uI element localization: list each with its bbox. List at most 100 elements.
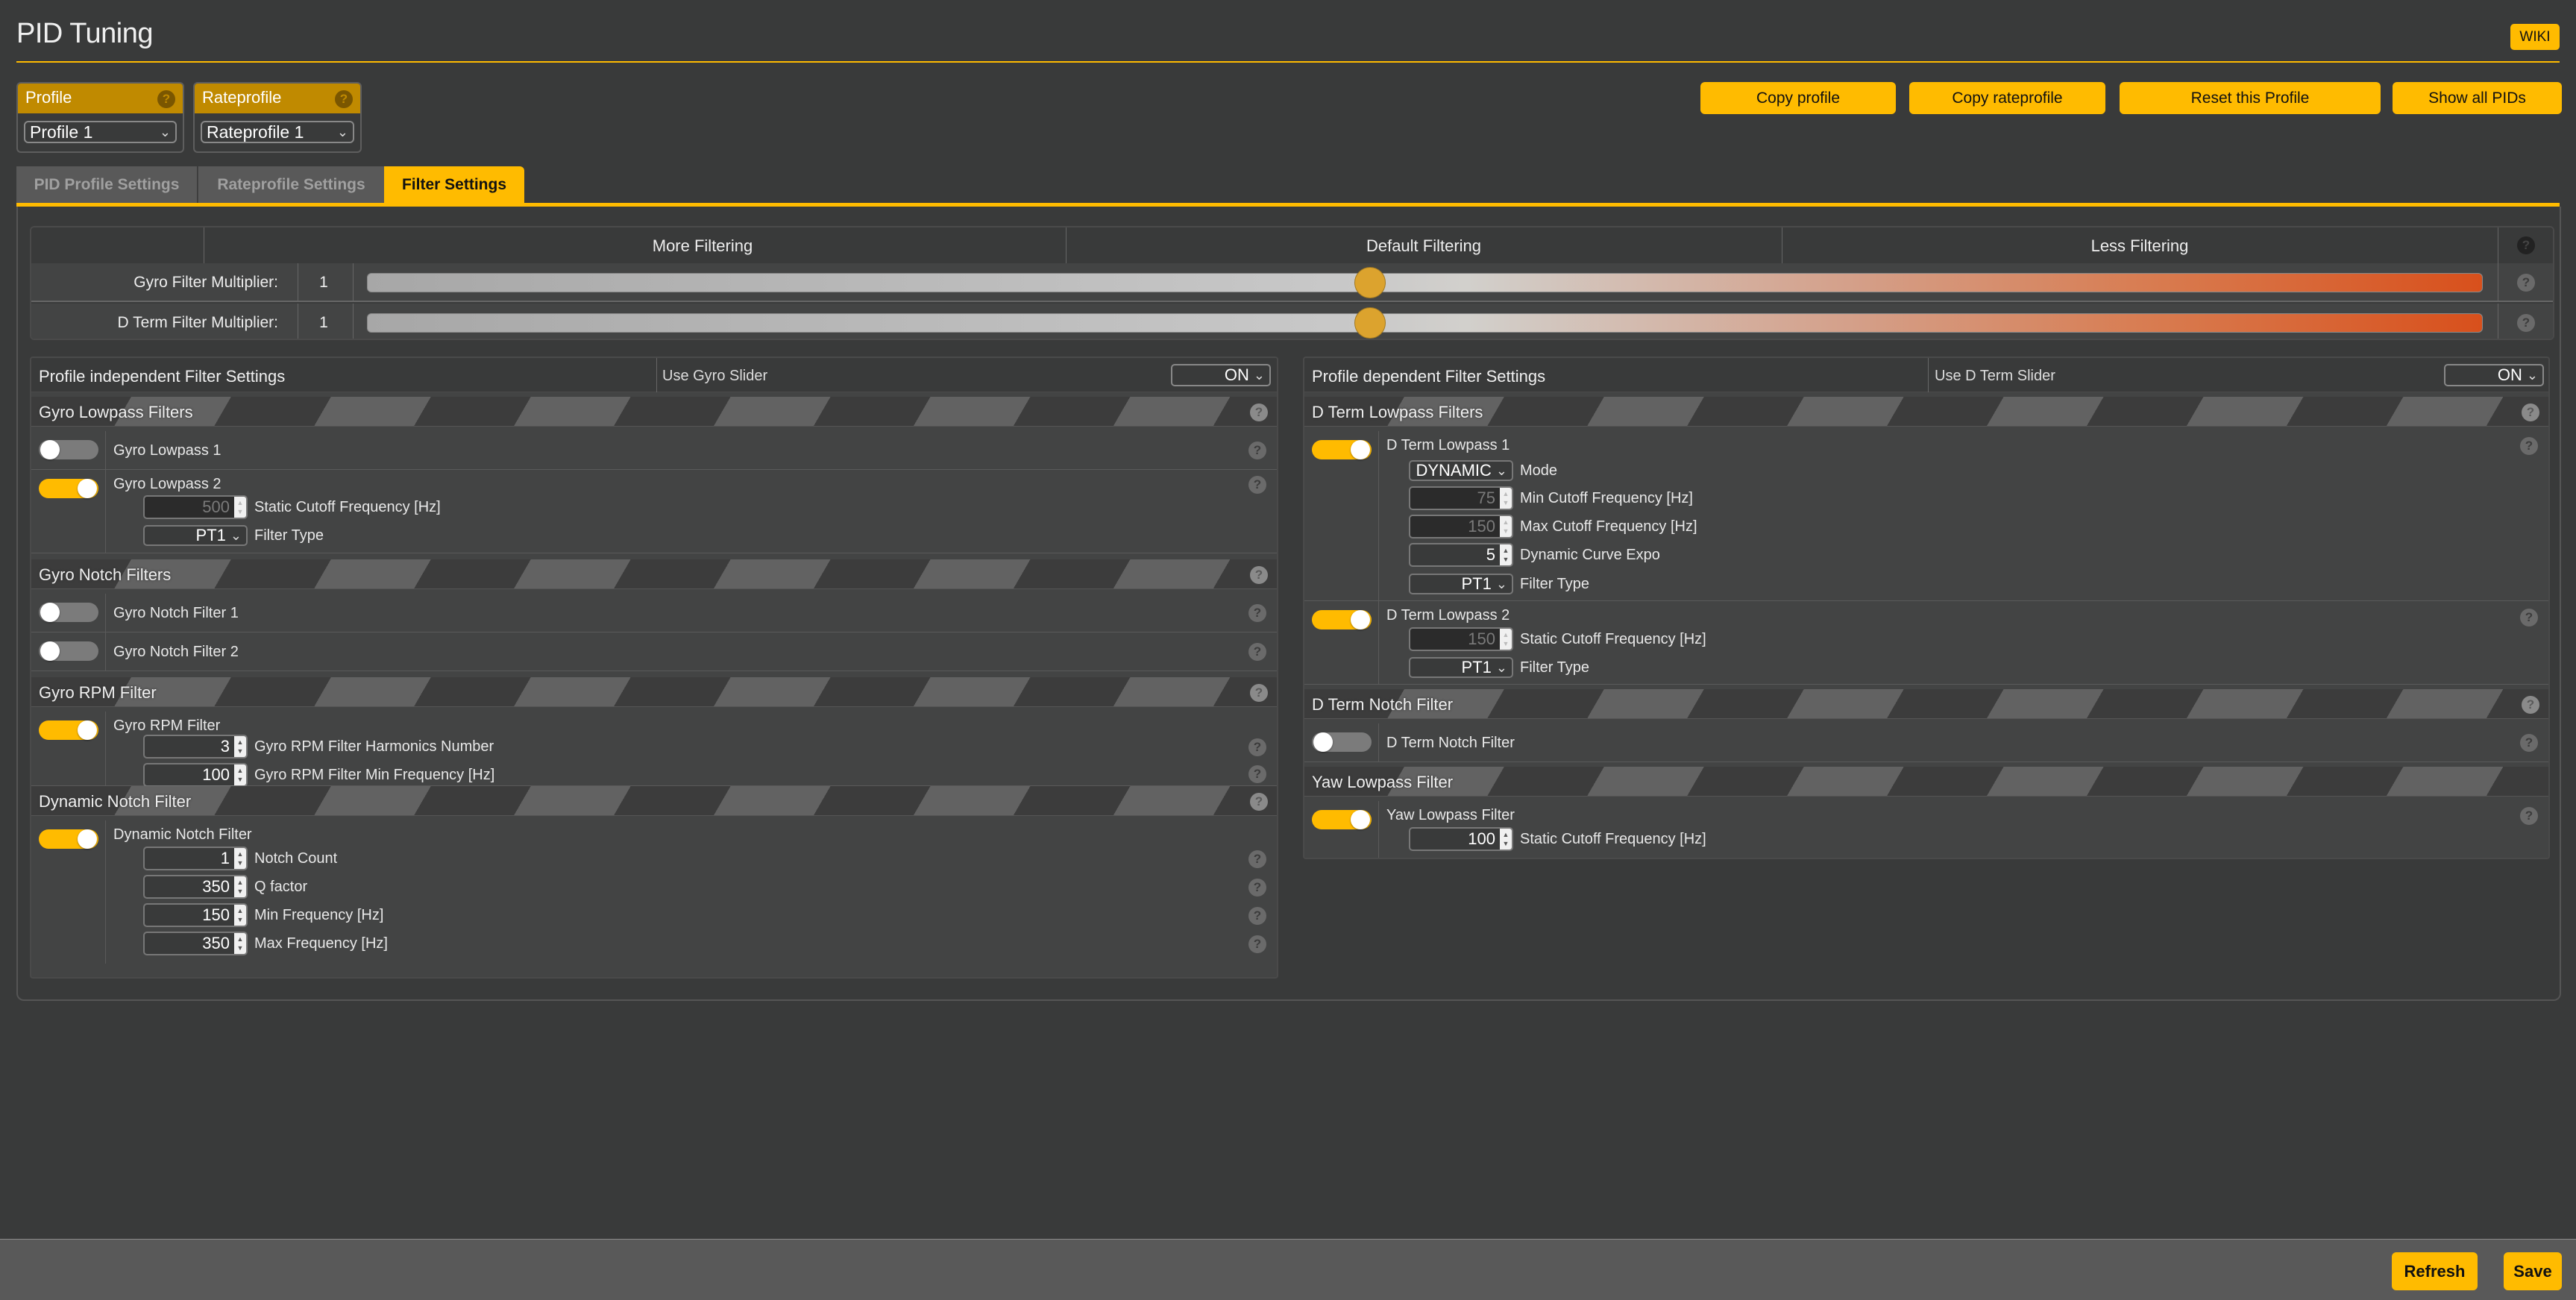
notch-count-input[interactable]: 1 ▲ ▼ bbox=[143, 847, 248, 870]
help-icon[interactable]: ? bbox=[335, 90, 353, 108]
spinner-icon[interactable]: ▲ ▼ bbox=[1500, 488, 1512, 509]
help-icon[interactable]: ? bbox=[1248, 850, 1266, 868]
help-icon[interactable]: ? bbox=[1250, 684, 1268, 702]
help-icon[interactable]: ? bbox=[1250, 566, 1268, 584]
help-icon[interactable]: ? bbox=[2520, 734, 2538, 752]
spinner-icon[interactable]: ▲ ▼ bbox=[1500, 629, 1512, 650]
help-icon[interactable]: ? bbox=[2517, 314, 2535, 332]
help-icon[interactable]: ? bbox=[157, 90, 175, 108]
use-gyro-slider-select[interactable]: ON ⌄ bbox=[1171, 364, 1271, 386]
spinner-icon[interactable]: ▲ ▼ bbox=[1500, 544, 1512, 565]
spinner-icon[interactable]: ▲ ▼ bbox=[1500, 516, 1512, 537]
refresh-button[interactable]: Refresh bbox=[2392, 1252, 2478, 1290]
section-title: Gyro RPM Filter bbox=[39, 683, 157, 702]
help-icon[interactable]: ? bbox=[1248, 604, 1266, 622]
dterm-multiplier-slider-thumb[interactable] bbox=[1354, 307, 1386, 339]
spinner-icon[interactable]: ▲ ▼ bbox=[234, 848, 246, 869]
yaw-lowpass-toggle[interactable] bbox=[1312, 810, 1372, 829]
dterm-max-cutoff-input[interactable]: 150 ▲ ▼ bbox=[1409, 515, 1513, 538]
panel-header: Profile independent Filter Settings Use … bbox=[31, 358, 1277, 392]
section-dterm-lowpass: D Term Lowpass Filters ? bbox=[1304, 397, 2548, 427]
help-icon[interactable]: ? bbox=[2522, 403, 2539, 421]
help-icon[interactable]: ? bbox=[2520, 807, 2538, 825]
wiki-button[interactable]: WIKI bbox=[2510, 24, 2560, 50]
help-icon[interactable]: ? bbox=[1250, 793, 1268, 811]
max-frequency-input[interactable]: 350 ▲ ▼ bbox=[143, 932, 248, 955]
chevron-down-icon: ⌄ bbox=[2526, 367, 2538, 383]
tab-pid-profile-settings[interactable]: PID Profile Settings bbox=[16, 166, 197, 204]
dterm-notch-toggle[interactable] bbox=[1312, 732, 1372, 752]
gyro-notch-1-toggle[interactable] bbox=[39, 603, 98, 622]
page-title: PID Tuning bbox=[16, 18, 154, 49]
spinner-icon[interactable]: ▲ ▼ bbox=[234, 905, 246, 926]
spinner-icon[interactable]: ▲ ▼ bbox=[234, 497, 246, 518]
help-icon[interactable]: ? bbox=[1248, 907, 1266, 925]
reset-profile-button[interactable]: Reset this Profile bbox=[2120, 82, 2381, 114]
gyro-notch-2-toggle[interactable] bbox=[39, 641, 98, 661]
show-all-pids-button[interactable]: Show all PIDs bbox=[2393, 82, 2562, 114]
dterm-min-cutoff-input[interactable]: 75 ▲ ▼ bbox=[1409, 486, 1513, 510]
gyro-multiplier-slider-thumb[interactable] bbox=[1354, 267, 1386, 298]
use-gyro-slider-value: ON bbox=[1224, 365, 1249, 384]
spinner-icon[interactable]: ▲ ▼ bbox=[234, 933, 246, 954]
gyro-lowpass-2-cutoff-input[interactable]: 500 ▲ ▼ bbox=[143, 495, 248, 519]
help-icon[interactable]: ? bbox=[1250, 403, 1268, 421]
chevron-down-icon: ⌄ bbox=[1495, 576, 1507, 591]
spinner-icon[interactable]: ▲ ▼ bbox=[234, 764, 246, 785]
default-filtering-label: Default Filtering bbox=[1366, 236, 1482, 255]
dterm-lowpass-1-type-select[interactable]: PT1 ⌄ bbox=[1409, 574, 1513, 594]
dterm-lowpass-1-mode: DYNAMIC ⌄ Mode bbox=[1409, 459, 1557, 482]
dterm-lowpass-1-toggle[interactable] bbox=[1312, 440, 1372, 459]
filter-slider-table: More Filtering Default Filtering Less Fi… bbox=[30, 226, 2554, 340]
help-icon[interactable]: ? bbox=[1248, 442, 1266, 459]
use-dterm-slider-select[interactable]: ON ⌄ bbox=[2444, 364, 2544, 386]
tab-filter-settings[interactable]: Filter Settings bbox=[384, 166, 524, 204]
help-icon[interactable]: ? bbox=[2517, 236, 2535, 254]
help-icon[interactable]: ? bbox=[2517, 274, 2535, 292]
help-icon[interactable]: ? bbox=[1248, 643, 1266, 661]
dterm-lowpass-1-max: 150 ▲ ▼ Max Cutoff Frequency [Hz] bbox=[1409, 515, 1697, 538]
gyro-rpm-minfreq-input[interactable]: 100 ▲ ▼ bbox=[143, 763, 248, 787]
gyro-lowpass-1-toggle[interactable] bbox=[39, 440, 98, 459]
spinner-icon[interactable]: ▲ ▼ bbox=[234, 876, 246, 897]
dterm-lowpass-2-type-select[interactable]: PT1 ⌄ bbox=[1409, 657, 1513, 678]
help-icon[interactable]: ? bbox=[1248, 738, 1266, 756]
more-filtering-label: More Filtering bbox=[652, 236, 753, 255]
profile-select[interactable]: Profile 1 ⌄ bbox=[24, 121, 177, 143]
spinner-icon[interactable]: ▲ ▼ bbox=[234, 736, 246, 757]
dterm-lowpass-1-mode-select[interactable]: DYNAMIC ⌄ bbox=[1409, 460, 1513, 481]
copy-profile-button[interactable]: Copy profile bbox=[1700, 82, 1896, 114]
gyro-lowpass-2-toggle[interactable] bbox=[39, 479, 98, 498]
help-icon[interactable]: ? bbox=[1248, 935, 1266, 953]
min-frequency-input[interactable]: 150 ▲ ▼ bbox=[143, 903, 248, 927]
spinner-icon[interactable]: ▲ ▼ bbox=[1500, 829, 1512, 850]
rateprofile-select[interactable]: Rateprofile 1 ⌄ bbox=[201, 121, 354, 143]
dterm-lowpass-2-cutoff-input[interactable]: 150 ▲ ▼ bbox=[1409, 627, 1513, 651]
gyro-rpm-toggle[interactable] bbox=[39, 720, 98, 740]
dterm-multiplier-slider[interactable] bbox=[367, 307, 2483, 339]
help-icon[interactable]: ? bbox=[1248, 879, 1266, 897]
help-icon[interactable]: ? bbox=[2520, 437, 2538, 455]
gyro-multiplier-slider[interactable] bbox=[367, 267, 2483, 298]
q-factor-input[interactable]: 350 ▲ ▼ bbox=[143, 875, 248, 899]
dterm-multiplier-label: D Term Filter Multiplier: bbox=[117, 314, 278, 331]
save-button[interactable]: Save bbox=[2504, 1252, 2562, 1290]
dynamic-notch-q: 350 ▲ ▼ Q factor bbox=[143, 875, 307, 899]
filter-label: D Term Lowpass 2 bbox=[1386, 607, 1510, 624]
panel-title: Profile dependent Filter Settings bbox=[1312, 367, 1546, 386]
dterm-lowpass-2-toggle[interactable] bbox=[1312, 610, 1372, 629]
gyro-rpm-harmonics-input[interactable]: 3 ▲ ▼ bbox=[143, 735, 248, 759]
tab-rateprofile-settings[interactable]: Rateprofile Settings bbox=[198, 166, 384, 204]
dynamic-notch-toggle[interactable] bbox=[39, 829, 98, 849]
copy-rateprofile-button[interactable]: Copy rateprofile bbox=[1909, 82, 2105, 114]
help-icon[interactable]: ? bbox=[1248, 476, 1266, 494]
filter-label: D Term Lowpass 1 bbox=[1386, 437, 1510, 453]
dynamic-curve-expo-input[interactable]: 5 ▲ ▼ bbox=[1409, 543, 1513, 567]
filter-row-dterm-lowpass-2: D Term Lowpass 2 ? 150 ▲ ▼ Static Cutoff … bbox=[1304, 601, 2548, 685]
help-icon[interactable]: ? bbox=[2522, 696, 2539, 714]
help-icon[interactable]: ? bbox=[2520, 609, 2538, 627]
profile-select-value: Profile 1 bbox=[30, 122, 93, 142]
help-icon[interactable]: ? bbox=[1248, 765, 1266, 783]
gyro-lowpass-2-type-select[interactable]: PT1 ⌄ bbox=[143, 525, 248, 546]
yaw-lowpass-cutoff-input[interactable]: 100 ▲ ▼ bbox=[1409, 827, 1513, 851]
